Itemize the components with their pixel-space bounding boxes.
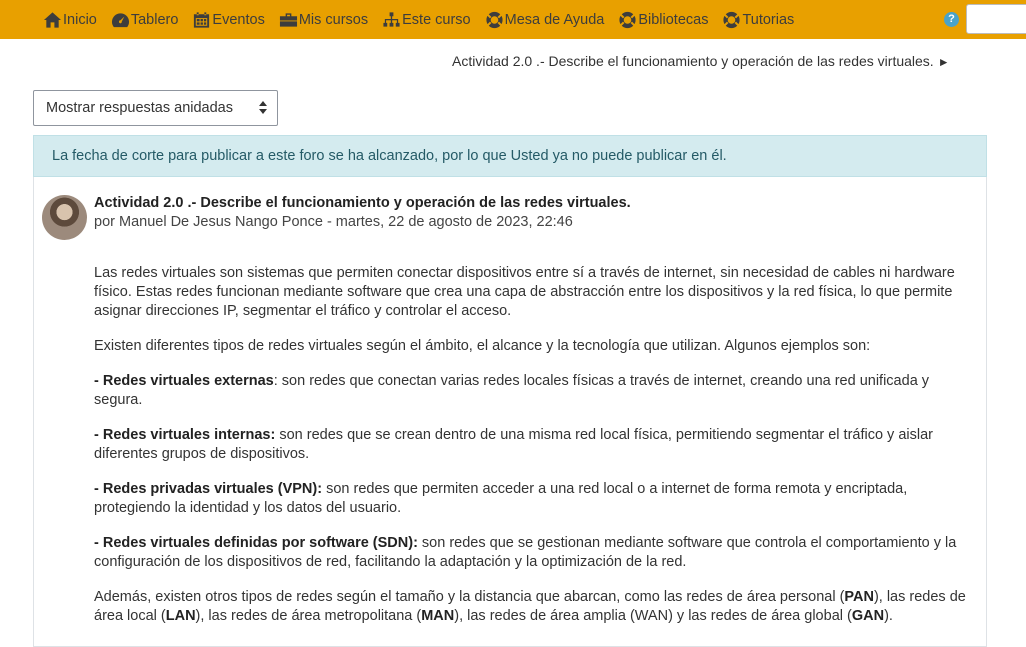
nav-item-label: Bibliotecas <box>638 11 709 28</box>
network-type-term: - Redes virtuales externas <box>94 373 274 389</box>
nav-item-bibliotecas[interactable]: Bibliotecas <box>618 0 715 39</box>
nav-item-label: Mis cursos <box>298 11 369 28</box>
nav-item-label: Mesa de Ayuda <box>504 11 605 28</box>
nav-item-tutorias[interactable]: Tutorias <box>722 0 801 39</box>
nav-item-eventos[interactable]: Eventos <box>192 0 271 39</box>
acronym-pan: PAN <box>844 589 874 605</box>
post-paragraph: Existen diferentes tipos de redes virtua… <box>94 338 871 354</box>
next-activity-link[interactable]: Actividad 2.0 .- Describe el funcionamie… <box>452 53 950 69</box>
post-paragraph-closing: Además, existen otros tipos de redes seg… <box>94 588 978 626</box>
acronym-man: MAN <box>421 608 455 624</box>
nav-item-label: Este curso <box>402 11 471 28</box>
nav-item-label: Inicio <box>63 11 97 28</box>
post-byline: por Manuel De Jesus Nango Ponce - martes… <box>94 214 573 230</box>
network-type-term: - Redes virtuales internas: <box>94 427 276 443</box>
post-paragraph: Las redes virtuales son sistemas que per… <box>94 265 955 319</box>
nav-item-label: Eventos <box>212 11 265 28</box>
briefcase-icon <box>279 12 297 27</box>
nav-item-este-curso[interactable]: Este curso <box>382 0 478 39</box>
forum-post: Actividad 2.0 .- Describe el funcionamie… <box>33 177 987 647</box>
closing-text: ), las redes de área amplia (WAN) y las … <box>454 608 852 624</box>
top-navbar: Inicio Tablero Eventos Mis cursos Este c… <box>0 0 1026 39</box>
search-input[interactable] <box>966 4 1026 34</box>
post-body: Las redes virtuales son sistemas que per… <box>94 264 978 642</box>
sitemap-icon <box>383 11 400 27</box>
nav-item-mis-cursos[interactable]: Mis cursos <box>279 0 375 39</box>
avatar[interactable] <box>42 195 87 240</box>
lifebuoy-icon <box>486 11 503 28</box>
display-mode-value: Mostrar respuestas anidadas <box>46 100 233 116</box>
dashboard-icon <box>111 12 129 27</box>
lifebuoy-icon <box>619 11 636 28</box>
closing-text: Además, existen otros tipos de redes seg… <box>94 589 845 605</box>
nav-item-label: Tutorias <box>742 11 795 28</box>
nav-item-tablero[interactable]: Tablero <box>111 0 186 39</box>
lifebuoy-icon <box>723 11 741 28</box>
alert-text: La fecha de corte para publicar a este f… <box>52 148 727 164</box>
acronym-lan: LAN <box>165 608 196 624</box>
nav-item-mesa-de-ayuda[interactable]: Mesa de Ayuda <box>485 0 612 39</box>
cutoff-alert: La fecha de corte para publicar a este f… <box>33 135 987 177</box>
network-type-item: - Redes virtuales definidas por software… <box>94 534 978 572</box>
display-mode-select[interactable]: Mostrar respuestas anidadas <box>33 90 278 126</box>
network-type-term: - Redes virtuales definidas por software… <box>94 535 418 551</box>
select-caret-icon <box>259 101 267 115</box>
network-type-item: - Redes virtuales externas: son redes qu… <box>94 372 978 410</box>
nav-item-inicio[interactable]: Inicio <box>43 0 104 39</box>
network-type-item: - Redes virtuales internas: son redes qu… <box>94 426 978 464</box>
post-title: Actividad 2.0 .- Describe el funcionamie… <box>94 195 631 211</box>
calendar-icon <box>194 11 210 28</box>
network-type-term: - Redes privadas virtuales (VPN): <box>94 481 323 497</box>
network-type-item: - Redes privadas virtuales (VPN): son re… <box>94 480 978 518</box>
next-activity-label: Actividad 2.0 .- Describe el funcionamie… <box>452 53 934 69</box>
help-icon[interactable]: ? <box>944 12 959 27</box>
closing-text: ), las redes de área metropolitana ( <box>195 608 422 624</box>
acronym-gan: GAN <box>851 608 885 624</box>
home-icon <box>43 11 62 28</box>
closing-text: ). <box>884 608 893 624</box>
right-arrow-icon: ► <box>937 55 950 69</box>
nav-item-label: Tablero <box>130 11 179 28</box>
